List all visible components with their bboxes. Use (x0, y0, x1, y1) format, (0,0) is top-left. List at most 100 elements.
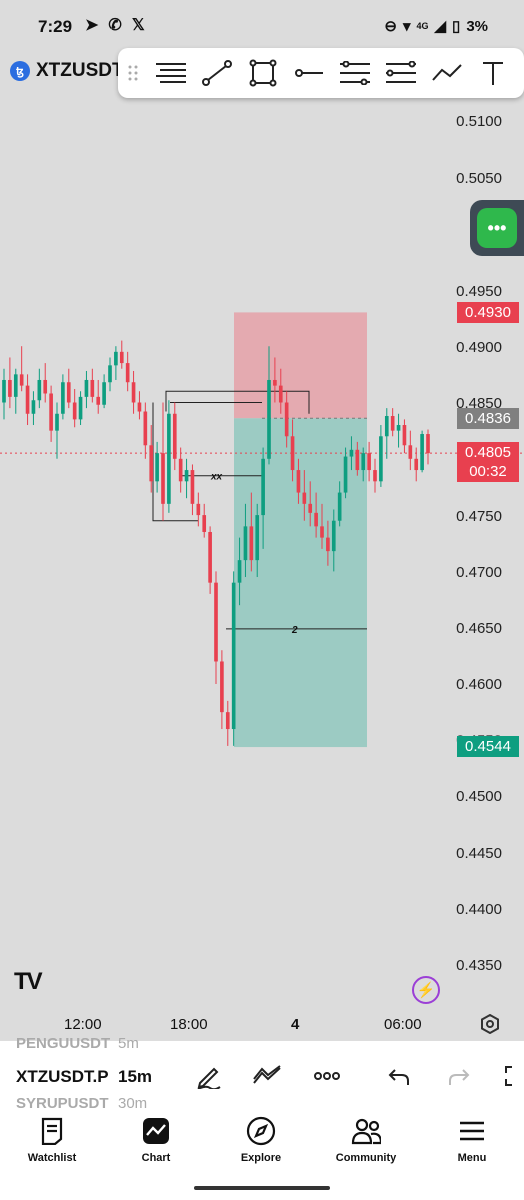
x-icon: 𝕏 (131, 17, 145, 34)
candle-body (149, 445, 154, 482)
candle-body (320, 526, 324, 538)
time-axis[interactable]: 12:00 18:00 4 06:00 (0, 1012, 524, 1036)
nav-label: Chart (141, 1152, 171, 1164)
candle-body (61, 382, 65, 414)
nav-chart[interactable]: Chart (104, 1116, 208, 1164)
chart-icon (141, 1116, 171, 1146)
candle-body (243, 526, 248, 561)
candle-body (90, 379, 95, 397)
coin-icon: ꜩ (10, 61, 30, 81)
wifi-icon: ▾ (402, 18, 411, 35)
trend-line-icon[interactable] (194, 50, 240, 96)
candle-body (161, 453, 165, 504)
candle-body (55, 413, 59, 431)
drag-handle-icon[interactable] (118, 64, 148, 82)
candle-body (108, 365, 112, 383)
fullscreen-icon[interactable] (500, 1061, 524, 1091)
interval-above[interactable]: 5m (118, 1035, 139, 1052)
price-axis-label: 0.4900 (456, 339, 502, 356)
status-time: 7:29 (38, 17, 73, 36)
candle-body (278, 385, 283, 403)
path-icon[interactable] (424, 50, 470, 96)
more-icon[interactable] (312, 1061, 342, 1091)
candle-body (2, 379, 6, 403)
candle-body (373, 470, 377, 482)
candle-body (43, 379, 48, 394)
home-indicator[interactable] (194, 1186, 330, 1190)
indicators-icon[interactable] (252, 1061, 282, 1091)
lightning-icon[interactable]: ⚡ (412, 976, 440, 1004)
rectangle-icon[interactable] (240, 50, 286, 96)
candle-body (367, 453, 371, 471)
candle-body (331, 520, 336, 552)
price-chart[interactable]: xx 2 (0, 98, 524, 1012)
nav-community[interactable]: Community (314, 1116, 418, 1164)
undo-icon[interactable] (384, 1061, 414, 1091)
network-label: 4G (416, 21, 429, 31)
price-axis-label: 0.4400 (456, 901, 502, 918)
candle-body (37, 379, 42, 401)
nav-watchlist[interactable]: Watchlist (0, 1116, 104, 1164)
candle-body (390, 416, 395, 431)
dnd-icon: ⊖ (384, 18, 397, 35)
interval-selector[interactable]: 15m (118, 1067, 152, 1087)
price-axis-label: 0.4600 (456, 676, 502, 693)
fib-levels-icon[interactable] (332, 50, 378, 96)
countdown-tag: 00:32 (457, 461, 519, 482)
compass-icon (246, 1116, 276, 1146)
drawing-toolbar (118, 48, 524, 98)
candle-body (49, 393, 53, 431)
candle-body (155, 453, 159, 482)
horizontal-lines-icon[interactable] (148, 50, 194, 96)
nav-menu[interactable]: Menu (420, 1116, 524, 1164)
candle-body (208, 531, 212, 583)
candle-body (337, 492, 342, 521)
pen-icon[interactable] (194, 1061, 224, 1091)
candle-body (314, 512, 318, 527)
candle-body (72, 402, 77, 420)
candle-body (8, 379, 12, 397)
redo-icon[interactable] (444, 1061, 474, 1091)
candle-body (172, 413, 177, 459)
entry-price-tag: 0.4836 (457, 408, 519, 429)
nav-explore[interactable]: Explore (209, 1116, 313, 1164)
candle-body (396, 425, 401, 431)
candle-body (220, 661, 224, 713)
candle-body (273, 379, 277, 386)
text-icon[interactable] (470, 50, 516, 96)
symbol-name: XTZUSDT (36, 60, 124, 81)
symbol-header[interactable]: ꜩ XTZUSDT (10, 60, 124, 82)
symbol-above[interactable]: PENGUUSDT (16, 1035, 110, 1052)
floating-panel[interactable]: ••• (470, 200, 524, 256)
telegram-icon: ➤ (85, 17, 99, 34)
community-icon (351, 1116, 381, 1146)
candle-body (114, 351, 118, 366)
watchlist-icon (37, 1116, 67, 1146)
candle-body (302, 492, 307, 504)
candle-body (31, 400, 36, 414)
candle-body (402, 425, 407, 446)
candle-body (225, 712, 230, 730)
candle-body (267, 379, 271, 459)
candle-body (202, 515, 207, 532)
battery-percent: 3% (466, 17, 488, 35)
chart-app: 7:29 ➤ ✆ 𝕏 ⊖ ▾ 4G ◢ ▯ 3% ꜩ XTZUSDT xx 2 (0, 0, 524, 1200)
nav-label: Community (335, 1152, 397, 1164)
candle-body (355, 449, 360, 471)
candle-body (13, 374, 18, 397)
candle-body (237, 560, 242, 583)
price-axis-label: 0.4950 (456, 283, 502, 300)
ray-icon[interactable] (286, 50, 332, 96)
time-label: 06:00 (384, 1016, 422, 1033)
pitchfork-icon[interactable] (378, 50, 424, 96)
candle-body (384, 416, 389, 437)
candle-body (426, 434, 430, 454)
more-options-icon[interactable]: ••• (477, 208, 517, 248)
symbol-selector[interactable]: XTZUSDT.P (16, 1067, 109, 1087)
candle-body (214, 582, 218, 662)
settings-icon[interactable] (480, 1013, 500, 1035)
candle-body (361, 453, 366, 471)
candle-body (231, 582, 236, 730)
price-axis-label: 0.4650 (456, 620, 502, 637)
time-label: 18:00 (170, 1016, 208, 1033)
